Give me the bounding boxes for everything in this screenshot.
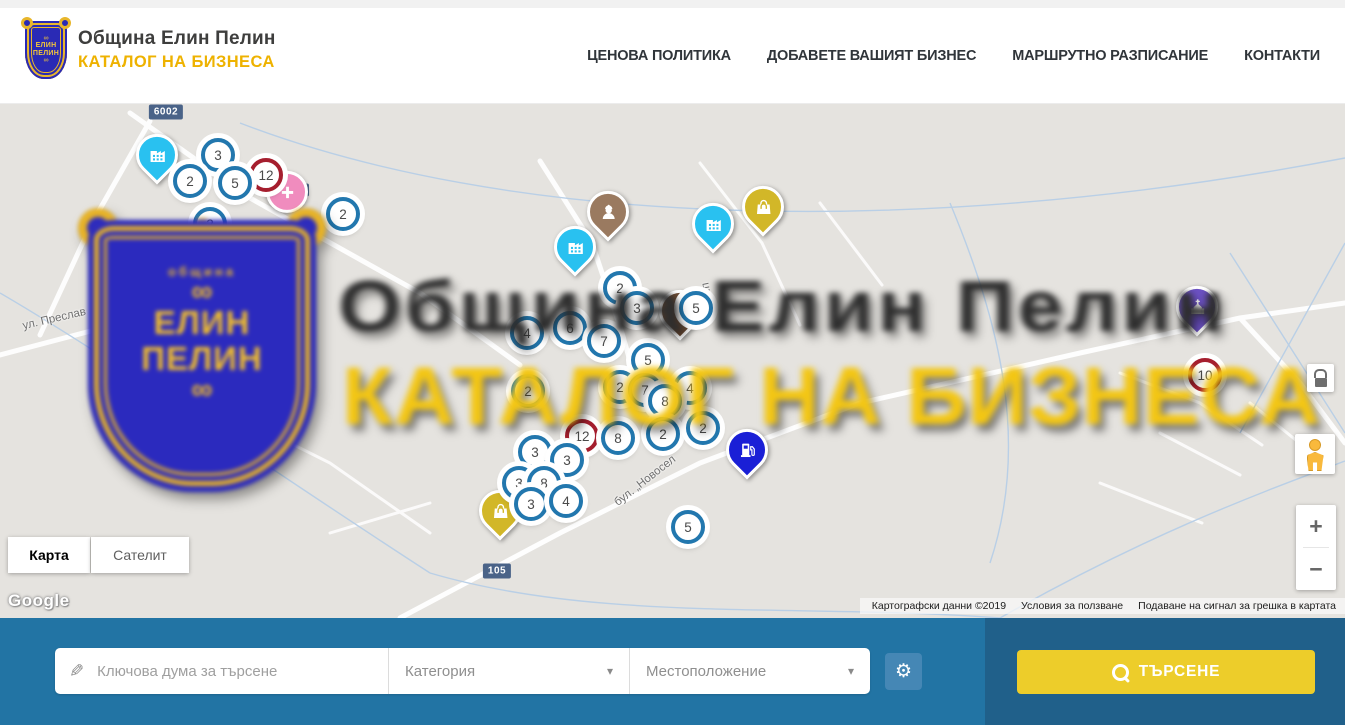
- search-field-group: ✎ Категория ▾ Местоположение ▾: [55, 648, 870, 694]
- cluster-marker[interactable]: 3: [514, 487, 548, 521]
- cluster-marker[interactable]: 5: [671, 510, 705, 544]
- shopping-bag-icon: [733, 177, 792, 236]
- attribution-terms-link[interactable]: Условия за ползване: [1021, 600, 1123, 612]
- category-dropdown[interactable]: Категория ▾: [389, 648, 629, 694]
- nav-item-pricing[interactable]: ЦЕНОВА ПОЛИТИКА: [587, 48, 731, 64]
- cluster-marker[interactable]: 5: [218, 166, 252, 200]
- cluster-marker[interactable]: 2: [193, 207, 227, 241]
- attribution-report-link[interactable]: Подаване на сигнал за грешка в картата: [1138, 600, 1336, 612]
- pencil-icon: ✎: [69, 662, 84, 680]
- advanced-search-button[interactable]: ⚙: [885, 653, 922, 690]
- cluster-marker[interactable]: 4: [510, 316, 544, 350]
- site-header: ∞ ЕЛИН ПЕЛИН ∞ Община Елин Пелин КАТАЛОГ…: [0, 8, 1345, 104]
- pegman-icon: [1295, 439, 1335, 471]
- cluster-marker[interactable]: 2: [511, 374, 545, 408]
- window-top-strip: [0, 0, 1345, 8]
- map-pin[interactable]: [1176, 286, 1218, 328]
- nav-item-contacts[interactable]: КОНТАКТИ: [1244, 48, 1320, 64]
- chevron-down-icon: ▾: [848, 664, 854, 678]
- nav-item-schedule[interactable]: МАРШРУТНО РАЗПИСАНИЕ: [1012, 48, 1208, 64]
- zoom-control: + −: [1296, 505, 1336, 590]
- nav-item-add-business[interactable]: ДОБАВЕТЕ ВАШИЯТ БИЗНЕС: [767, 48, 976, 64]
- gear-icon: ⚙: [895, 660, 912, 683]
- cluster-marker[interactable]: 6: [553, 311, 587, 345]
- logo-name-line1: ЕЛИН: [36, 42, 57, 50]
- cluster-marker[interactable]: 4: [549, 484, 583, 518]
- cluster-marker[interactable]: 12: [249, 158, 283, 192]
- road-badge: 105: [483, 564, 511, 579]
- map-pin[interactable]: [136, 134, 178, 176]
- fuel-icon: [717, 420, 776, 479]
- chevron-down-icon: ▾: [607, 664, 613, 678]
- cluster-marker[interactable]: 5: [631, 343, 665, 377]
- cluster-marker[interactable]: 2: [646, 417, 680, 451]
- map-pin[interactable]: [742, 186, 784, 228]
- keyword-field-wrap: ✎: [55, 648, 389, 694]
- cluster-marker[interactable]: 3: [518, 435, 552, 469]
- map-canvas[interactable]: ул. Преславбул. „Новоселци 6002105 31225…: [0, 103, 1345, 618]
- cluster-marker[interactable]: 10: [1188, 358, 1222, 392]
- cluster-marker[interactable]: 8: [601, 421, 635, 455]
- map-type-control: Карта Сателит: [8, 537, 189, 573]
- church-icon: [1167, 277, 1226, 336]
- factory-icon: [545, 217, 604, 276]
- road-badge: 6002: [149, 105, 183, 120]
- attribution-copyright: Картографски данни ©2019: [872, 600, 1006, 612]
- site-subtitle: КАТАЛОГ НА БИЗНЕСА: [78, 53, 276, 72]
- search-icon: [1112, 664, 1129, 681]
- search-input[interactable]: [95, 662, 374, 681]
- map-type-satellite-button[interactable]: Сателит: [91, 537, 189, 573]
- google-logo[interactable]: Google: [8, 591, 70, 611]
- map-attribution: Картографски данни ©2019 Условия за полз…: [860, 598, 1345, 614]
- location-dropdown-label: Местоположение: [646, 663, 766, 680]
- main-nav: ЦЕНОВА ПОЛИТИКА ДОБАВЕТЕ ВАШИЯТ БИЗНЕС М…: [587, 8, 1320, 103]
- zoom-out-button[interactable]: −: [1296, 548, 1336, 590]
- zoom-in-button[interactable]: +: [1296, 505, 1336, 547]
- cluster-marker[interactable]: 8: [648, 384, 682, 418]
- category-dropdown-label: Категория: [405, 663, 475, 680]
- map-pin[interactable]: [692, 203, 734, 245]
- factory-icon: [683, 194, 742, 253]
- cluster-marker[interactable]: 2: [686, 411, 720, 445]
- cluster-marker[interactable]: 2: [173, 164, 207, 198]
- location-dropdown[interactable]: Местоположение ▾: [629, 648, 870, 694]
- lock-button[interactable]: [1307, 364, 1334, 392]
- cluster-marker[interactable]: 5: [679, 291, 713, 325]
- search-button-label: ТЪРСЕНЕ: [1139, 663, 1221, 681]
- municipality-shield-icon: ∞ ЕЛИН ПЕЛИН ∞: [25, 21, 67, 79]
- search-bar: ✎ Категория ▾ Местоположение ▾ ⚙ ТЪРСЕНЕ: [0, 618, 1345, 725]
- site-title: Община Елин Пелин: [78, 28, 276, 50]
- site-logo[interactable]: ∞ ЕЛИН ПЕЛИН ∞ Община Елин Пелин КАТАЛОГ…: [25, 21, 276, 79]
- map-pin[interactable]: [554, 226, 596, 268]
- map-type-map-button[interactable]: Карта: [8, 537, 90, 573]
- cluster-marker[interactable]: 2: [326, 197, 360, 231]
- lock-icon: [1307, 369, 1334, 387]
- cluster-marker[interactable]: 7: [587, 324, 621, 358]
- street-view-pegman-button[interactable]: [1295, 434, 1335, 474]
- cluster-marker[interactable]: 3: [620, 291, 654, 325]
- map-pin[interactable]: [726, 429, 768, 471]
- search-button[interactable]: ТЪРСЕНЕ: [1017, 650, 1315, 694]
